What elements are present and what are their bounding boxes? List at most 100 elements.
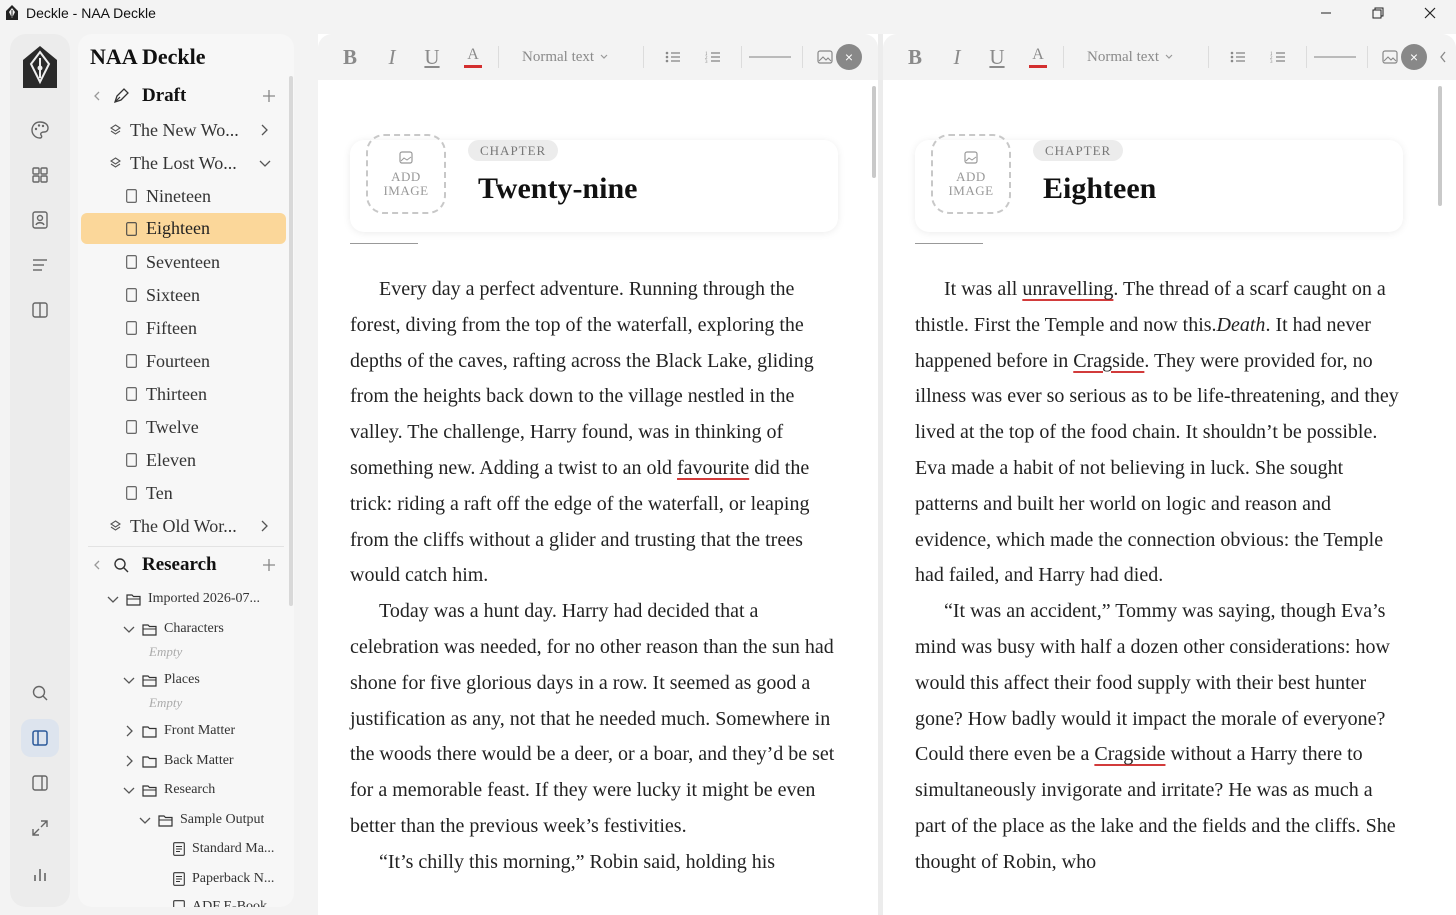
research-section-header[interactable]: Research — [81, 553, 286, 577]
heading-rule — [915, 243, 983, 244]
spellcheck-word[interactable]: Cragside — [1094, 743, 1165, 765]
tree-document[interactable]: Seventeen — [81, 250, 286, 274]
tree-document[interactable]: Ten — [81, 481, 286, 505]
chevron-right-icon[interactable] — [123, 725, 135, 737]
tree-research-folder[interactable]: Characters — [81, 619, 286, 639]
insert-image-button[interactable] — [816, 44, 834, 70]
italic-button[interactable]: I — [945, 44, 969, 70]
close-pane-button[interactable]: × — [1401, 44, 1427, 70]
tree-folder-new-world[interactable]: The New Wo... — [81, 118, 286, 142]
contacts-button[interactable] — [21, 201, 59, 239]
horizontal-rule-button[interactable] — [1313, 44, 1357, 70]
italic-button[interactable]: I — [380, 44, 404, 70]
chapter-type-badge[interactable]: CHAPTER — [1033, 140, 1124, 161]
tree-folder-lost-world[interactable]: The Lost Wo... — [81, 151, 286, 175]
folder-icon — [142, 755, 158, 768]
add-research-item-icon[interactable] — [263, 559, 275, 571]
chevron-down-icon[interactable] — [139, 815, 151, 825]
tree-research-folder[interactable]: Imported 2026-07... — [81, 589, 286, 609]
numbered-list-button[interactable]: 123 — [1268, 44, 1288, 70]
chevron-right-icon[interactable] — [259, 124, 269, 136]
chevron-down-icon[interactable] — [107, 594, 119, 604]
stats-button[interactable] — [21, 855, 59, 893]
chapter-header-card: ADD IMAGE CHAPTER Twenty-nine — [350, 134, 838, 232]
sidebar-scrollbar[interactable] — [289, 76, 293, 606]
chapter-body-text[interactable]: Every day a perfect adventure. Running t… — [350, 272, 846, 881]
add-image-button[interactable]: ADD IMAGE — [931, 134, 1011, 214]
deckle-logo-icon[interactable] — [19, 44, 61, 92]
fullscreen-button[interactable] — [21, 809, 59, 847]
bullet-list-button[interactable] — [1228, 44, 1248, 70]
underline-button[interactable]: U — [420, 44, 444, 70]
bold-button[interactable]: B — [903, 44, 927, 70]
tree-document-selected[interactable]: Eighteen — [81, 213, 286, 244]
chevron-down-icon[interactable] — [123, 675, 135, 685]
restore-button[interactable] — [1352, 0, 1404, 26]
search-icon — [32, 685, 48, 701]
bullet-list-button[interactable] — [663, 44, 683, 70]
add-draft-item-icon[interactable] — [263, 90, 275, 102]
split-view-button[interactable] — [21, 291, 59, 329]
chevron-left-icon[interactable] — [89, 91, 105, 101]
empty-placeholder: Empty — [149, 644, 183, 659]
tree-document[interactable]: Sixteen — [81, 283, 286, 307]
chevron-down-icon[interactable] — [123, 785, 135, 795]
close-window-button[interactable] — [1404, 0, 1456, 26]
chevron-right-icon[interactable] — [123, 755, 135, 767]
toolbar-divider — [643, 46, 644, 68]
chevron-down-icon[interactable] — [123, 624, 135, 634]
tree-folder-label: Sample Output — [180, 812, 265, 827]
tree-research-folder[interactable]: Places — [81, 670, 286, 690]
tree-document[interactable]: Eleven — [81, 448, 286, 472]
toggle-right-panel-button[interactable] — [21, 764, 59, 802]
folder-open-icon — [142, 674, 158, 687]
pane-scrollbar[interactable] — [872, 86, 876, 178]
search-button[interactable] — [21, 674, 59, 712]
bold-button[interactable]: B — [338, 44, 362, 70]
tree-research-folder[interactable]: Back Matter — [81, 751, 286, 771]
add-image-button[interactable]: ADD IMAGE — [366, 134, 446, 214]
paragraph: “It’s chilly this morning,” Robin said, … — [379, 850, 776, 873]
dashboard-button[interactable] — [21, 156, 59, 194]
tree-document[interactable]: Nineteen — [81, 184, 286, 208]
horizontal-rule-button[interactable] — [748, 44, 792, 70]
chevron-down-icon[interactable] — [259, 158, 271, 168]
outline-button[interactable] — [21, 246, 59, 284]
spellcheck-word[interactable]: unravelling — [1022, 278, 1113, 300]
tree-research-folder[interactable]: Sample Output — [81, 810, 286, 830]
text-color-button[interactable]: A — [1026, 44, 1050, 70]
tree-folder-old-world[interactable]: The Old Wor... — [81, 514, 286, 538]
chevron-right-icon[interactable] — [259, 520, 269, 532]
toggle-sidebar-button[interactable] — [21, 719, 59, 757]
palette-button[interactable] — [21, 111, 59, 149]
text-color-button[interactable]: A — [461, 44, 485, 70]
spellcheck-word[interactable]: Cragside — [1073, 350, 1144, 372]
minimize-button[interactable] — [1300, 0, 1352, 26]
chapter-body-text[interactable]: It was all unravelling. The thread of a … — [915, 272, 1405, 881]
pane-scrollbar[interactable] — [1438, 86, 1442, 206]
chapter-title[interactable]: Twenty-nine — [478, 172, 637, 206]
chapter-title[interactable]: Eighteen — [1043, 172, 1156, 206]
tree-research-folder[interactable]: Front Matter — [81, 721, 286, 741]
chevron-left-icon[interactable] — [89, 560, 105, 570]
draft-section-header[interactable]: Draft — [81, 84, 286, 108]
chapter-type-badge[interactable]: CHAPTER — [468, 140, 559, 161]
tree-research-document[interactable]: ADF E-Book... — [81, 897, 286, 907]
spellcheck-word[interactable]: favourite — [677, 457, 749, 479]
text-style-select[interactable]: Normal text — [522, 44, 622, 70]
text-style-select[interactable]: Normal text — [1087, 44, 1187, 70]
numbered-list-button[interactable]: 123 — [703, 44, 723, 70]
tree-document[interactable]: Fifteen — [81, 316, 286, 340]
tree-research-folder[interactable]: Research — [81, 780, 286, 800]
close-pane-button[interactable]: × — [836, 44, 862, 70]
tree-research-document[interactable]: Paperback N... — [81, 869, 286, 889]
toolbar-overflow-icon[interactable] — [1436, 44, 1450, 70]
underline-button[interactable]: U — [985, 44, 1009, 70]
insert-image-button[interactable] — [1381, 44, 1399, 70]
tree-research-document[interactable]: Standard Ma... — [81, 839, 286, 859]
numbered-list-icon: 123 — [1270, 52, 1285, 64]
tree-document[interactable]: Thirteen — [81, 382, 286, 406]
text-color-label: A — [467, 45, 479, 63]
tree-document[interactable]: Fourteen — [81, 349, 286, 373]
tree-document[interactable]: Twelve — [81, 415, 286, 439]
